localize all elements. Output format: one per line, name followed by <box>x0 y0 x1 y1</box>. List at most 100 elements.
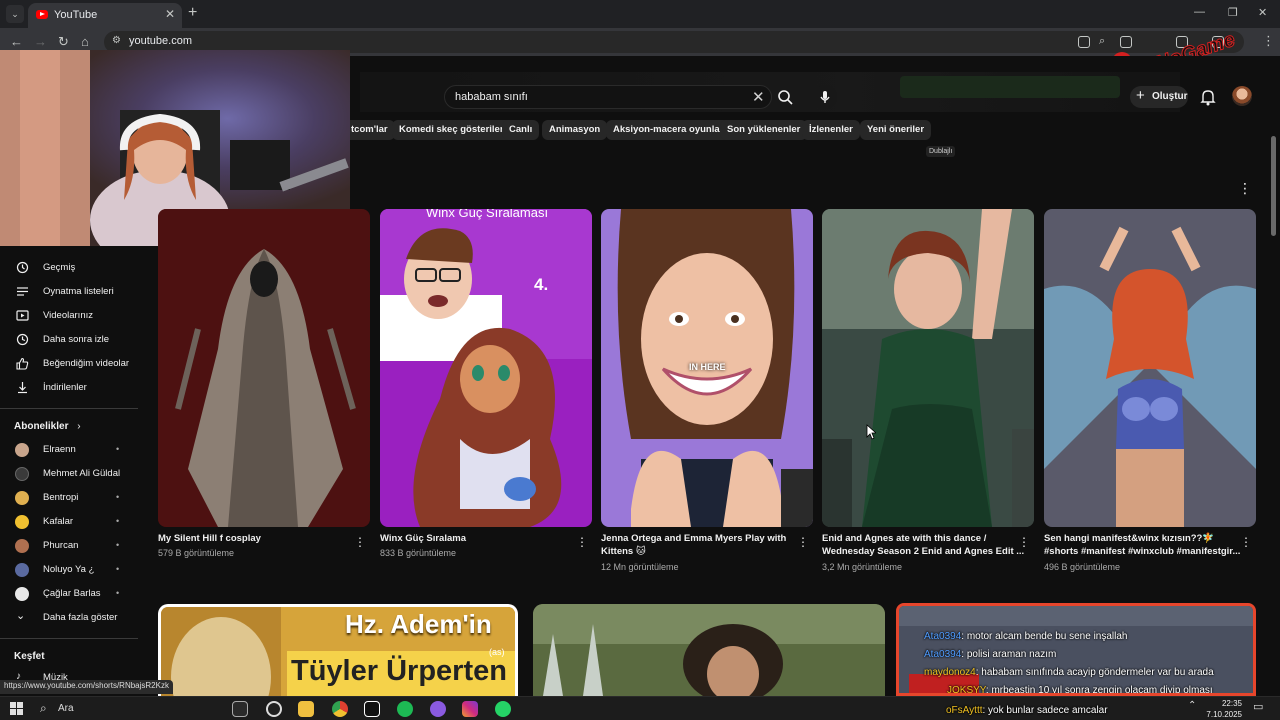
reload-icon[interactable]: ↻ <box>58 34 69 50</box>
short-title-5-line1[interactable]: Sen hangi manifest&winx kızısın??🧚 <box>1044 532 1214 546</box>
video-thumbnail-row2-2[interactable] <box>533 604 885 696</box>
task-view-icon[interactable] <box>232 701 248 717</box>
search-input[interactable]: hababam sınıfı ✕ <box>444 85 772 109</box>
spotify-icon[interactable] <box>397 701 413 717</box>
chat-text: : motor alcam bende bu sene inşallah <box>961 631 1128 642</box>
file-explorer-icon[interactable] <box>298 701 314 717</box>
chat-username: maydonoz4 <box>924 667 976 678</box>
short-2-overlay-title: Winx Güç Sıralaması <box>426 209 549 220</box>
sidebar-subscription-item[interactable]: Noluyo Ya ¿ • <box>0 558 148 582</box>
chip-sitcoms[interactable]: tcom'lar <box>344 120 395 140</box>
chat-text: : polisi araman nazım <box>961 649 1057 660</box>
minimize-button[interactable]: — <box>1194 6 1205 18</box>
short-more-options-icon[interactable]: ⋮ <box>354 535 366 549</box>
short-thumbnail-1[interactable] <box>158 209 370 527</box>
taskbar-search[interactable]: ⌕ Ara <box>34 700 214 718</box>
cast-icon[interactable] <box>1078 36 1090 48</box>
video-thumbnail-row2-1[interactable]: Hz. Adem'in (as) Tüyler Ürperten <box>158 604 518 696</box>
new-tab-button[interactable]: + <box>188 4 197 22</box>
windows-start-icon[interactable] <box>10 702 23 715</box>
zoom-icon[interactable]: ⌕ <box>1099 35 1105 48</box>
plus-icon: + <box>1136 87 1145 104</box>
short-more-options-icon[interactable]: ⋮ <box>1018 535 1030 549</box>
chip-animation[interactable]: Animasyon <box>542 120 608 140</box>
short-thumbnail-5[interactable] <box>1044 209 1256 527</box>
sidebar-item-label: Noluyo Ya ¿ <box>43 564 95 575</box>
tab-search-button[interactable]: ⌄ <box>6 5 24 23</box>
create-button[interactable]: + Oluştur <box>1130 86 1188 108</box>
short-title-4-line2[interactable]: Wednesday Season 2 Enid and Agnes Edit .… <box>822 545 1024 559</box>
sidebar-item-downloads[interactable]: İndirilenler <box>0 376 148 400</box>
short-title-4-line1[interactable]: Enid and Agnes ate with this dance / <box>822 532 986 546</box>
short-more-options-icon[interactable]: ⋮ <box>1240 535 1252 549</box>
sidebar-item-watch-later[interactable]: Daha sonra izle <box>0 328 148 352</box>
taskbar-clock[interactable]: 22:35 7.10.2025 <box>1206 698 1242 720</box>
chip-action-adventure-games[interactable]: Aksiyon-macera oyunları <box>606 120 733 140</box>
page-scrollbar-thumb[interactable] <box>1271 136 1276 236</box>
sidebar-subscription-item[interactable]: Kafalar • <box>0 510 148 534</box>
chip-watched[interactable]: İzlenenler <box>802 120 860 140</box>
sidebar-item-history[interactable]: Geçmiş <box>0 256 148 280</box>
channel-avatar <box>15 563 29 577</box>
clear-search-icon[interactable]: ✕ <box>752 88 765 106</box>
short-views-5: 496 B görüntüleme <box>1044 562 1121 572</box>
sidebar-item-playlists[interactable]: Oynatma listeleri <box>0 280 148 304</box>
short-title-1[interactable]: My Silent Hill f cosplay <box>158 532 261 546</box>
messenger-icon[interactable] <box>430 701 446 717</box>
instagram-icon[interactable] <box>462 701 478 717</box>
chrome-icon[interactable] <box>332 701 348 717</box>
your-videos-icon <box>16 310 29 321</box>
sidebar-subscription-item[interactable]: Bentropi • <box>0 486 148 510</box>
sidebar-item-label: Videolarınız <box>43 310 93 321</box>
close-tab-icon[interactable]: ✕ <box>165 7 175 21</box>
close-window-button[interactable]: ✕ <box>1258 6 1267 19</box>
sidebar-show-more[interactable]: ⌄ Daha fazla göster <box>0 606 148 630</box>
sidebar-subscription-item[interactable]: Phurcan • <box>0 534 148 558</box>
short-thumbnail-3[interactable]: IN HERE <box>601 209 813 527</box>
new-content-dot: • <box>116 540 120 550</box>
chip-new-to-you[interactable]: Yeni öneriler <box>860 120 932 140</box>
short-views-2: 833 B görüntüleme <box>380 548 457 558</box>
chevron-up-icon[interactable]: ⌃ <box>1188 700 1196 711</box>
back-icon[interactable]: ← <box>10 34 23 49</box>
whatsapp-icon[interactable] <box>495 701 511 717</box>
short-thumbnail-4[interactable] <box>822 209 1034 527</box>
sidebar-item-your-videos[interactable]: Videolarınız <box>0 304 148 328</box>
subscriptions-heading[interactable]: Abonelikler › <box>14 421 81 432</box>
notification-center-icon[interactable]: ▭ <box>1253 700 1263 713</box>
shelf-more-options-icon[interactable]: ⋮ <box>1238 180 1252 197</box>
account-avatar[interactable] <box>1232 86 1252 106</box>
short-more-options-icon[interactable]: ⋮ <box>576 535 588 549</box>
home-icon[interactable]: ⌂ <box>81 34 89 49</box>
short-3-overlay-caption: IN HERE <box>689 362 726 372</box>
search-icon[interactable] <box>772 85 800 109</box>
browser-menu-icon[interactable]: ⋮ <box>1262 33 1275 49</box>
chevron-right-icon: › <box>77 421 81 432</box>
chat-text: : hababam sınıfında acayip göndermeler v… <box>975 667 1214 678</box>
short-more-options-icon[interactable]: ⋮ <box>797 535 809 549</box>
channel-avatar <box>15 539 29 553</box>
tab-youtube[interactable]: YouTube ✕ <box>28 3 182 28</box>
site-info-icon[interactable]: ⚙ <box>112 35 121 46</box>
sidebar-item-label: Daha fazla göster <box>43 612 118 623</box>
sidebar-subscription-item[interactable]: Mehmet Ali Güldal <box>0 462 148 486</box>
sidebar-item-liked-videos[interactable]: Beğendiğim videolar <box>0 352 148 376</box>
short-thumbnail-2[interactable]: Winx Güç Sıralaması 4. <box>380 209 592 527</box>
sidebar-item-label: Elraenn <box>43 444 76 455</box>
sidebar-subscription-item[interactable]: Elraenn • <box>0 438 148 462</box>
obs-icon[interactable] <box>266 701 282 717</box>
chip-live[interactable]: Canlı <box>502 120 540 140</box>
short-title-3-line1[interactable]: Jenna Ortega and Emma Myers Play with <box>601 532 786 546</box>
microphone-icon[interactable] <box>813 85 837 109</box>
forward-icon[interactable]: → <box>34 34 47 49</box>
search-query: hababam sınıfı <box>455 91 528 103</box>
short-views-3: 12 Mn görüntüleme <box>601 562 679 572</box>
capcut-icon[interactable] <box>364 701 380 717</box>
sidebar-subscription-item[interactable]: Çağlar Barlas • <box>0 582 148 606</box>
chip-recently-uploaded[interactable]: Son yüklenenler <box>720 120 808 140</box>
short-title-2[interactable]: Winx Güç Sıralama <box>380 532 466 546</box>
short-title-3-line2[interactable]: Kittens 🐱 <box>601 545 646 559</box>
chip-comedy-sketches[interactable]: Komedi skeç gösterileri <box>392 120 514 140</box>
notifications-bell-icon[interactable] <box>1200 88 1216 106</box>
short-title-5-line2[interactable]: #shorts #manifest #winxclub #manifestgir… <box>1044 545 1240 559</box>
